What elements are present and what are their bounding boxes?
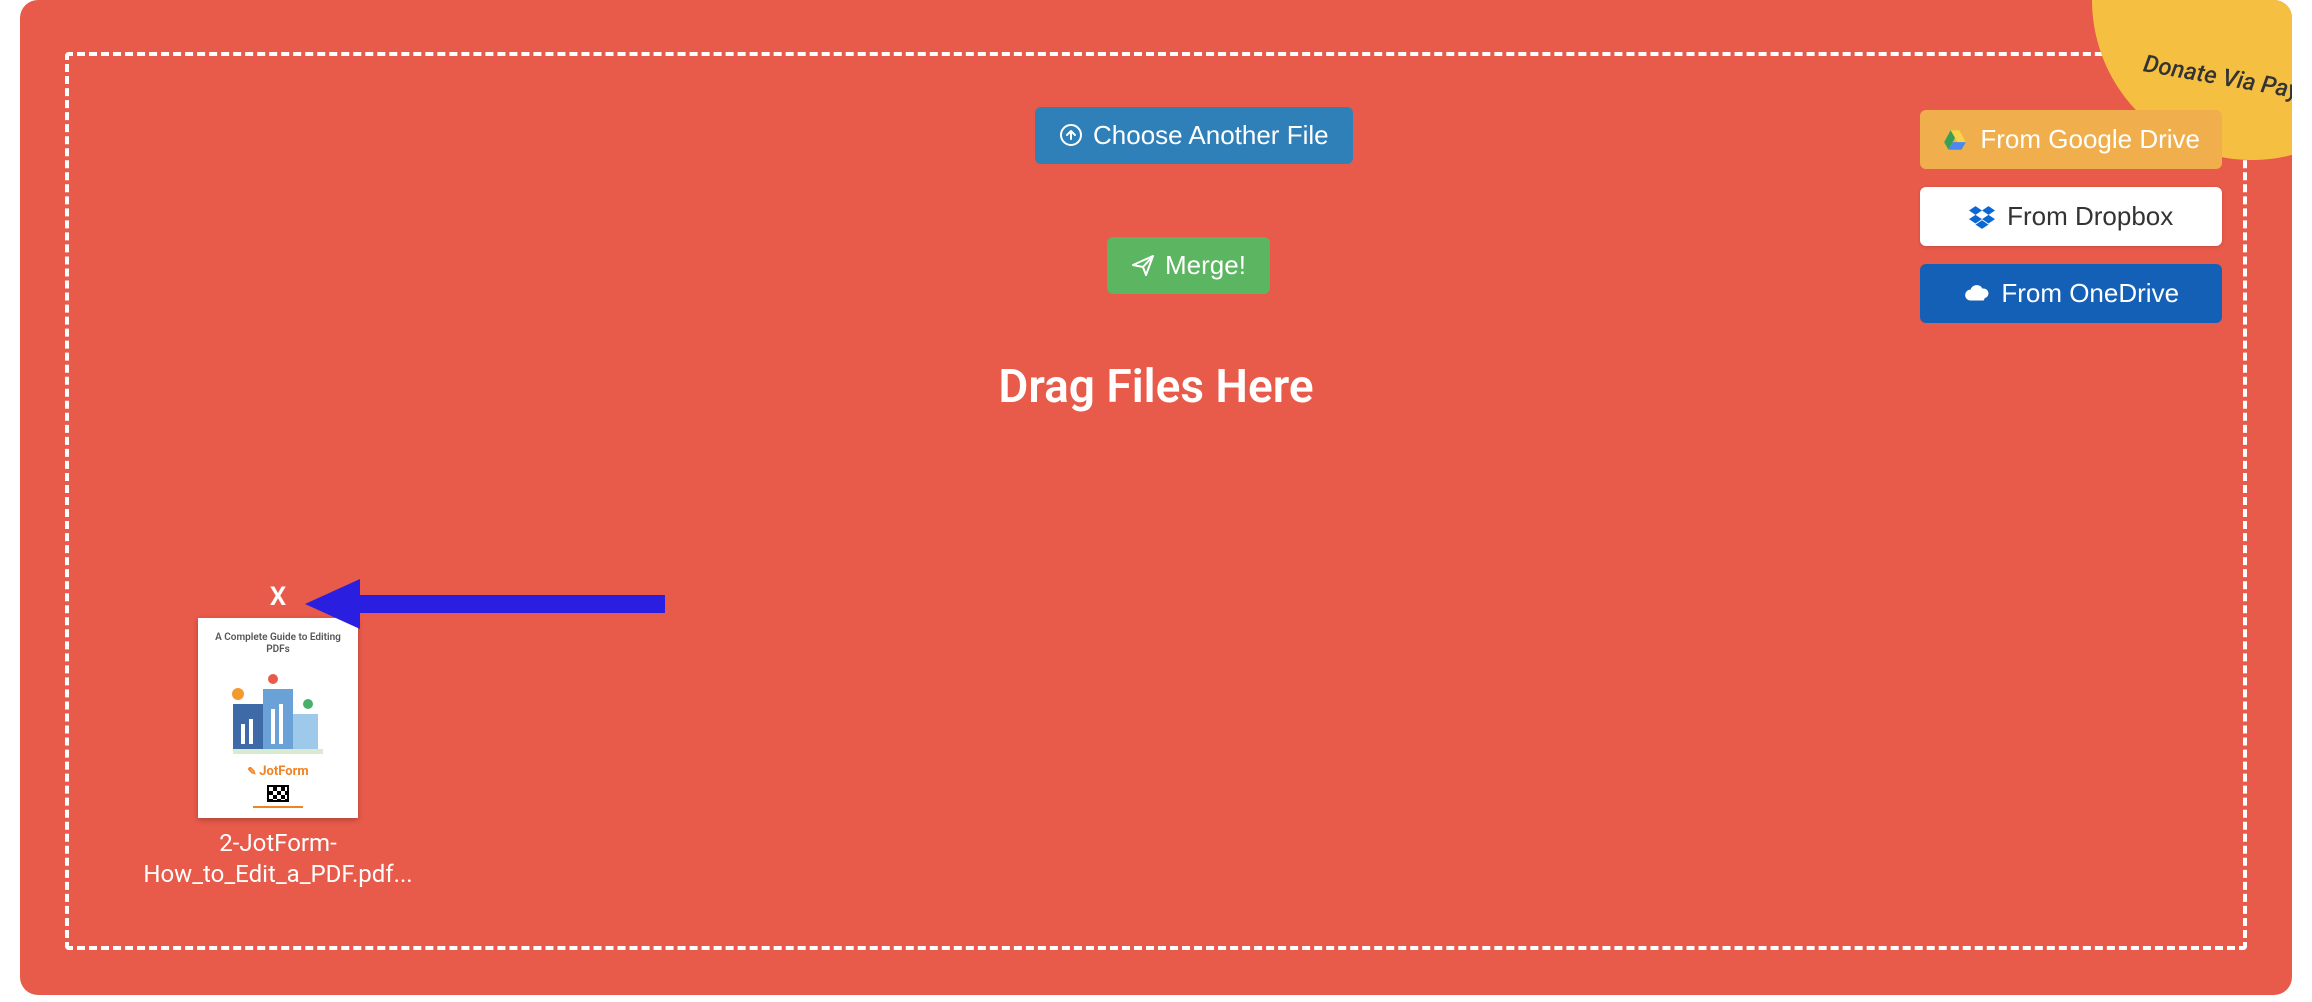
merge-button[interactable]: Merge! [1107,237,1270,294]
paper-plane-icon [1131,253,1155,277]
dropbox-label: From Dropbox [2007,201,2173,232]
stage: Donate Via PayPal Choose Another File Me… [0,0,2312,1002]
google-drive-label: From Google Drive [1980,124,2200,155]
cloud-icon [1963,281,1989,307]
onedrive-button[interactable]: From OneDrive [1920,264,2222,323]
drag-files-heading: Drag Files Here [20,360,2292,414]
donate-label: Donate Via PayPal [2141,49,2292,110]
file-thumbnail[interactable]: A Complete Guide to Editing PDFs [198,618,358,818]
uploaded-file-item[interactable]: X A Complete Guide to Editing PDFs [128,582,428,890]
onedrive-label: From OneDrive [2001,278,2179,309]
choose-another-file-button[interactable]: Choose Another File [1035,107,1353,164]
upload-icon [1059,123,1083,147]
google-drive-icon [1942,127,1968,153]
thumbnail-underline [253,806,303,808]
thumbnail-illustration [223,664,333,754]
google-drive-button[interactable]: From Google Drive [1920,110,2222,169]
thumbnail-brand: ✎ JotForm [247,764,308,779]
merge-button-label: Merge! [1165,251,1246,280]
remove-file-button[interactable]: X [198,582,358,612]
choose-button-label: Choose Another File [1093,121,1329,150]
file-name: 2-JotForm- How_to_Edit_a_PDF.pdf... [128,828,428,890]
thumbnail-qr [267,785,289,802]
cloud-source-column: From Google Drive From Dropbox From OneD… [1920,110,2222,323]
upload-panel: Donate Via PayPal Choose Another File Me… [20,0,2292,995]
dropbox-icon [1969,204,1995,230]
dropbox-button[interactable]: From Dropbox [1920,187,2222,246]
thumbnail-title: A Complete Guide to Editing PDFs [208,632,348,656]
